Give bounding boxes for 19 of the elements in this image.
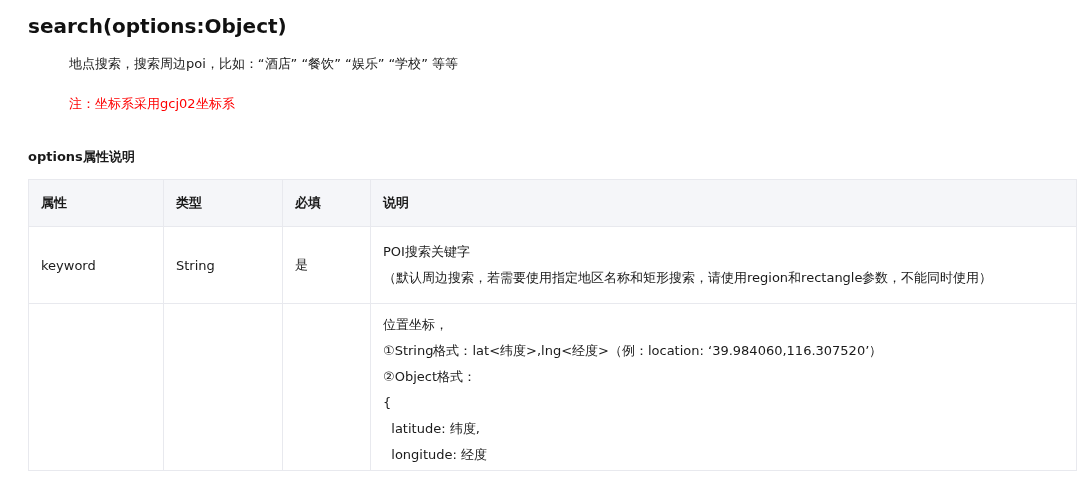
table-cell: keyword <box>28 226 164 304</box>
column-header: 说明 <box>370 179 1077 227</box>
description-line: { <box>383 394 393 412</box>
note-text: 注：坐标系采用gcj02坐标系 <box>69 95 236 113</box>
description-line: latitude: 纬度, <box>390 420 481 438</box>
description-line: longitude: 经度 <box>390 446 489 464</box>
description-line: 位置坐标， <box>383 316 449 334</box>
description-line: POI搜索关键字 <box>383 243 471 261</box>
description-line: ②Object格式： <box>383 368 477 386</box>
column-header: 必填 <box>282 179 371 227</box>
description-text: 地点搜索，搜索周边poi，比如：“酒店” “餐饮” “娱乐” “学校” 等等 <box>69 55 460 73</box>
description-line: ①String格式：lat<纬度>,lng<经度>（例：location: ‘39.984060,116.307520’） <box>383 342 884 360</box>
description-line: （默认周边搜索，若需要使用指定地区名称和矩形搜索，请使用region和rectangle参数，不能同时使用） <box>383 269 994 287</box>
table-cell: String <box>163 226 283 304</box>
api-title: search(options:Object) <box>28 14 288 38</box>
table-cell: 是 <box>282 226 371 304</box>
column-header: 类型 <box>163 179 283 227</box>
section-heading: options属性说明 <box>28 148 136 166</box>
column-header: 属性 <box>28 179 164 227</box>
